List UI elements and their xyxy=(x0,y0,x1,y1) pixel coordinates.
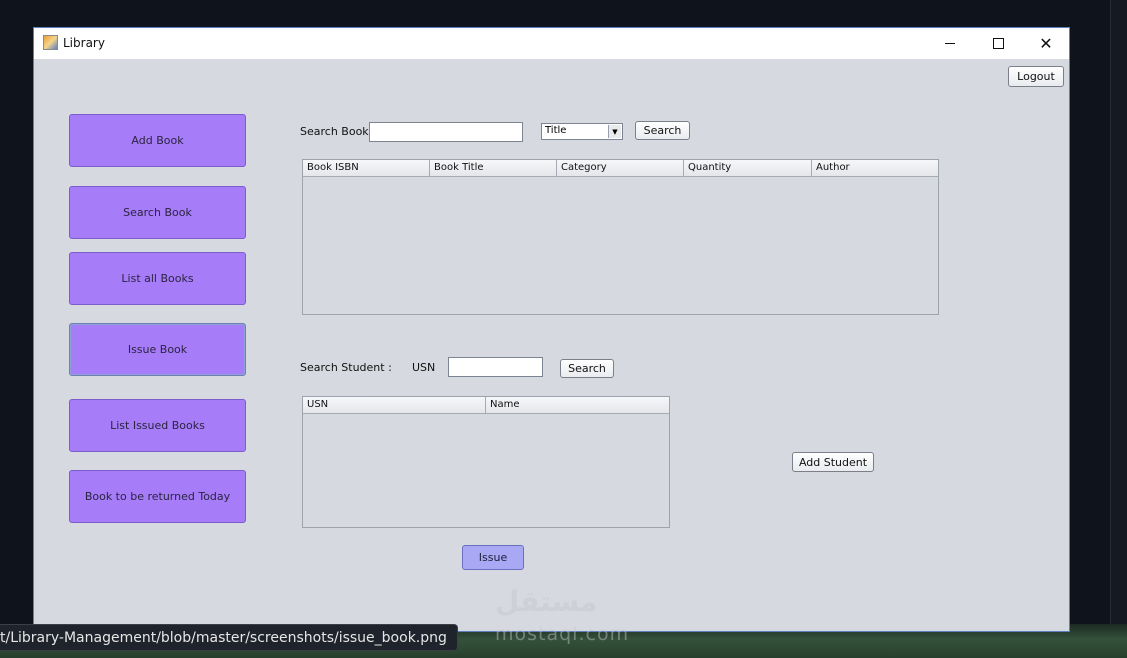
sidebar-item-list-all-books[interactable]: List all Books xyxy=(69,252,246,305)
search-student-label: Search Student : xyxy=(300,361,392,374)
usn-label: USN xyxy=(412,361,436,374)
minimize-icon xyxy=(945,43,955,44)
book-search-button[interactable]: Search xyxy=(635,121,690,140)
books-table-header: Book ISBN Book Title Category Quantity A… xyxy=(303,160,938,177)
maximize-icon xyxy=(992,38,1004,49)
column-header-category[interactable]: Category xyxy=(557,160,684,176)
column-header-name[interactable]: Name xyxy=(486,397,669,413)
minimize-button[interactable] xyxy=(927,28,973,59)
books-table[interactable]: Book ISBN Book Title Category Quantity A… xyxy=(302,159,939,315)
link-status-tooltip: t/Library-Management/blob/master/screens… xyxy=(0,624,458,651)
watermark-latin: mostaql.com xyxy=(495,623,630,645)
sidebar-item-search-book[interactable]: Search Book xyxy=(69,186,246,239)
window-title: Library xyxy=(63,36,105,50)
book-search-filter-select[interactable]: Title ▼ xyxy=(541,123,623,140)
java-app-icon xyxy=(43,35,58,50)
students-table-header: USN Name xyxy=(303,397,669,414)
add-student-button[interactable]: Add Student xyxy=(792,452,874,472)
sidebar-item-issue-book[interactable]: Issue Book xyxy=(69,323,246,376)
column-header-isbn[interactable]: Book ISBN xyxy=(303,160,430,176)
column-header-quantity[interactable]: Quantity xyxy=(684,160,812,176)
column-header-title[interactable]: Book Title xyxy=(430,160,557,176)
issue-button[interactable]: Issue xyxy=(462,545,524,570)
logout-button[interactable]: Logout xyxy=(1008,66,1064,87)
library-window: Library ✕ Logout Add Book Search Book Li… xyxy=(33,27,1070,632)
usn-input[interactable] xyxy=(448,357,543,377)
main-content: Logout Add Book Search Book List all Boo… xyxy=(34,59,1069,633)
filter-selected-value: Title xyxy=(545,125,567,136)
desktop-scrollbar xyxy=(1110,0,1127,658)
watermark-arabic: مستقل xyxy=(495,585,598,618)
title-bar[interactable]: Library ✕ xyxy=(34,28,1069,59)
sidebar-item-add-book[interactable]: Add Book xyxy=(69,114,246,167)
student-search-button[interactable]: Search xyxy=(560,359,614,378)
column-header-usn[interactable]: USN xyxy=(303,397,486,413)
search-book-label: Search Book xyxy=(300,125,369,138)
close-button[interactable]: ✕ xyxy=(1023,28,1069,59)
chevron-down-icon: ▼ xyxy=(608,125,621,138)
sidebar-item-books-due-today[interactable]: Book to be returned Today xyxy=(69,470,246,523)
maximize-button[interactable] xyxy=(975,28,1021,59)
book-search-input[interactable] xyxy=(369,122,523,142)
column-header-author[interactable]: Author xyxy=(812,160,938,176)
close-icon: ✕ xyxy=(1039,34,1053,53)
students-table[interactable]: USN Name xyxy=(302,396,670,528)
sidebar-item-list-issued-books[interactable]: List Issued Books xyxy=(69,399,246,452)
